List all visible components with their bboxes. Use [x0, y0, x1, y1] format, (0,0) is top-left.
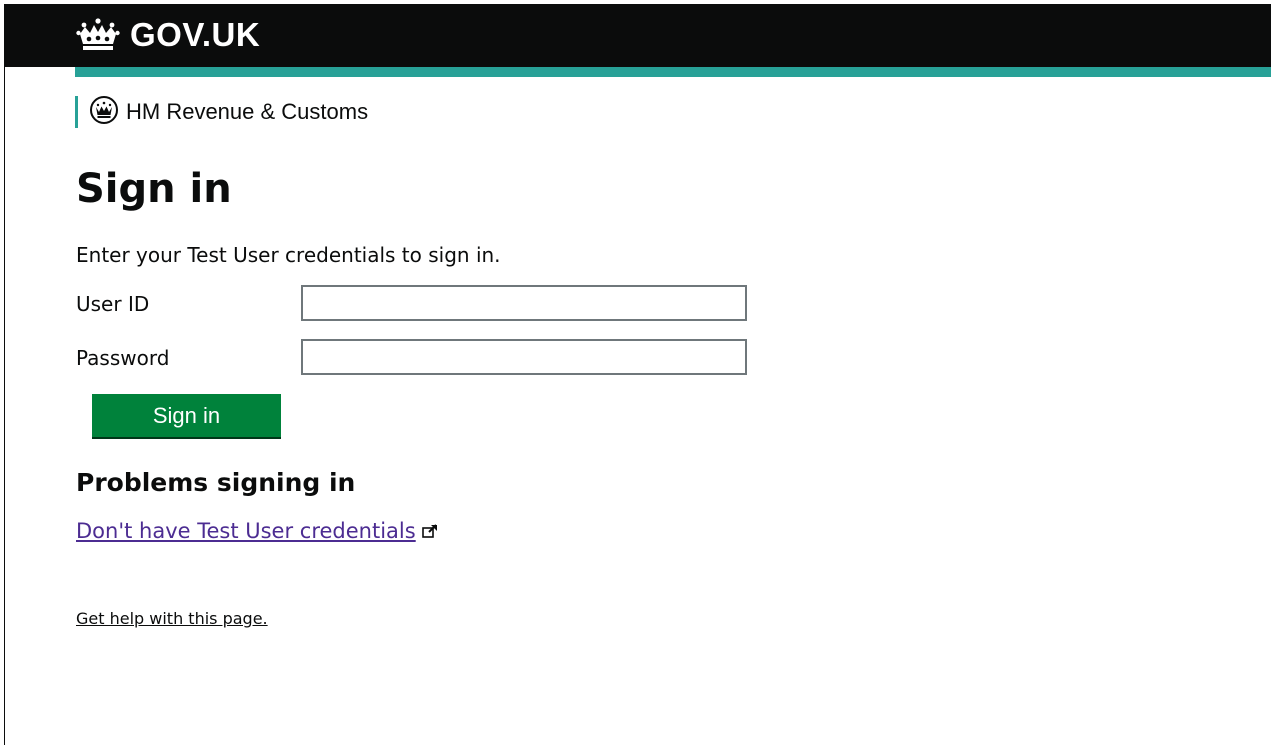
department-name: HM Revenue & Customs: [126, 99, 369, 124]
govuk-logo-link[interactable]: GOV.UK: [76, 15, 260, 55]
header-accent-bar: [75, 67, 1271, 77]
site-name: GOV.UK: [130, 16, 261, 53]
user-id-input[interactable]: [301, 285, 747, 321]
page-title: Sign in: [76, 166, 232, 212]
intro-text: Enter your Test User credentials to sign…: [76, 243, 501, 267]
crown-icon: [76, 17, 120, 53]
govuk-header: GOV.UK: [5, 5, 1271, 67]
sign-in-button[interactable]: Sign in: [92, 394, 281, 437]
password-label: Password: [76, 346, 170, 370]
get-help-link[interactable]: Get help with this page.: [76, 608, 268, 630]
hmrc-crest-icon: [89, 95, 119, 129]
user-id-label: User ID: [76, 292, 150, 316]
password-input[interactable]: [301, 339, 747, 375]
no-credentials-link[interactable]: Don't have Test User credentials: [76, 517, 438, 545]
external-link-icon: [421, 517, 438, 545]
problems-heading: Problems signing in: [76, 468, 356, 497]
page-frame: GOV.UK HM Revenue & Customs Sign in Ente…: [4, 4, 1271, 745]
department-banner: HM Revenue & Customs: [75, 96, 368, 128]
no-credentials-link-text: Don't have Test User credentials: [76, 519, 416, 543]
